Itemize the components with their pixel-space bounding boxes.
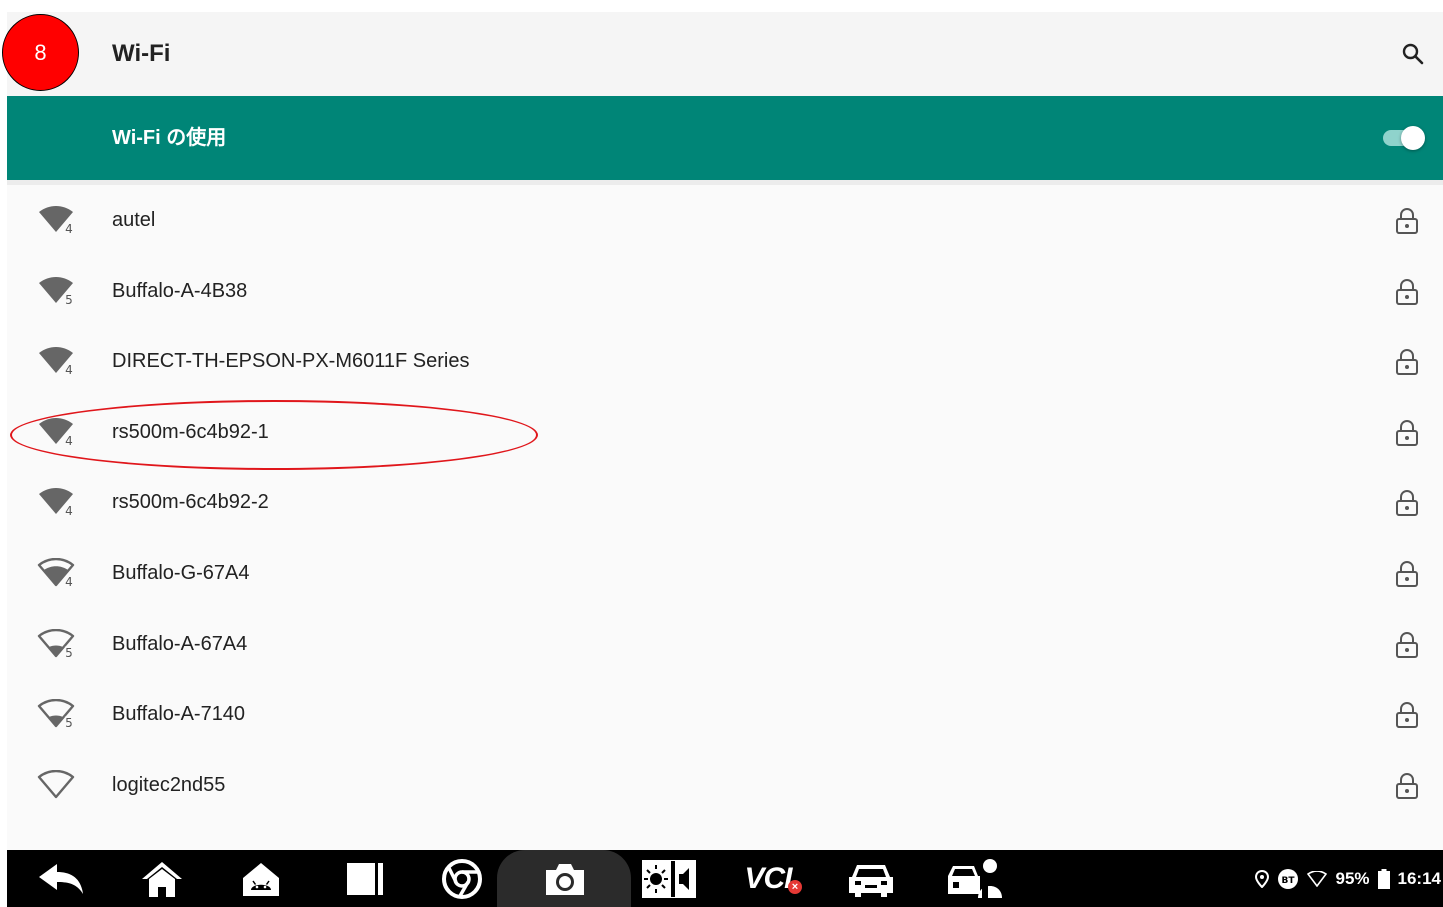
camera-icon: [546, 863, 584, 895]
svg-text:5: 5: [65, 646, 73, 659]
network-ssid: rs500m-6c4b92-1: [112, 420, 269, 443]
network-ssid: Buffalo-A-67A4: [112, 632, 248, 655]
search-button[interactable]: [1393, 34, 1433, 74]
network-row[interactable]: logitec2nd55: [7, 750, 1443, 821]
wifi-signal-icon: 5: [37, 698, 75, 732]
wifi-signal-icon: 5: [37, 276, 75, 308]
svg-text:4: 4: [65, 222, 73, 235]
lock-icon: [1395, 489, 1419, 517]
location-icon: [1255, 869, 1270, 888]
system-taskbar: VCI × BT 95% 16:14: [7, 850, 1443, 907]
network-row[interactable]: 4 rs500m-6c4b92-1: [7, 397, 1443, 468]
lock-icon: [1395, 348, 1419, 376]
remote-expert-button[interactable]: [941, 850, 1007, 907]
svg-text:BT: BT: [1282, 876, 1296, 886]
battery-icon: [1377, 868, 1390, 889]
step-number-badge: 8: [2, 14, 79, 91]
network-ssid: autel: [112, 209, 156, 231]
svg-text:4: 4: [65, 434, 73, 447]
wifi-signal-icon: 4: [37, 417, 75, 449]
lock-icon: [1395, 701, 1419, 729]
svg-text:4: 4: [65, 575, 73, 588]
vehicle-button[interactable]: [841, 850, 901, 907]
network-row[interactable]: 5 Buffalo-A-4B38: [7, 256, 1443, 327]
status-bar: BT 95% 16:14: [1255, 850, 1443, 907]
bluetooth-badge-icon: BT: [1278, 868, 1299, 889]
wifi-signal-icon: 4: [37, 487, 75, 520]
wifi-master-switch-row[interactable]: Wi-Fi の使用: [7, 96, 1443, 180]
clock: 16:14: [1397, 868, 1441, 888]
network-row[interactable]: 4 rs500m-6c4b92-2: [7, 467, 1443, 538]
lock-icon: [1395, 560, 1419, 588]
wifi-status-icon: [1307, 870, 1328, 887]
screen: Wi-Fi Wi-Fi の使用 4 autel 5 Buffalo-A-4B38 4 DI…: [0, 0, 1443, 907]
android-home-button[interactable]: [233, 850, 289, 907]
network-row[interactable]: 5 Buffalo-A-7140: [7, 679, 1443, 750]
vci-button[interactable]: VCI ×: [733, 850, 803, 907]
home-button[interactable]: [134, 850, 190, 907]
network-row[interactable]: 5 Buffalo-A-67A4: [7, 609, 1443, 680]
lock-icon: [1395, 207, 1419, 235]
network-ssid: DIRECT-TH-EPSON-PX-M6011F Series: [112, 350, 470, 373]
app-bar: Wi-Fi: [7, 12, 1443, 96]
lock-icon: [1395, 772, 1419, 800]
svg-text:4: 4: [65, 504, 73, 517]
page-title: Wi-Fi: [112, 40, 171, 67]
lock-icon: [1395, 631, 1419, 659]
brightness-volume-button[interactable]: [639, 850, 699, 907]
home-icon: [142, 861, 182, 897]
recent-apps-button[interactable]: [337, 850, 393, 907]
back-button[interactable]: [33, 850, 89, 907]
back-icon: [39, 863, 83, 894]
vehicle-icon: [849, 864, 893, 897]
vci-icon: VCI ×: [744, 862, 802, 896]
network-list: 4 autel 5 Buffalo-A-4B38 4 DIRECT-TH-EPSON-PX…: [7, 185, 1443, 850]
svg-text:4: 4: [65, 363, 73, 376]
wifi-signal-icon: 4: [37, 205, 75, 238]
android-home-icon: [243, 862, 279, 896]
network-ssid: logitec2nd55: [112, 773, 226, 796]
wifi-toggle[interactable]: [1381, 125, 1427, 151]
search-icon: [1402, 43, 1424, 65]
network-ssid: Buffalo-A-7140: [112, 703, 246, 726]
recent-apps-icon: [347, 862, 383, 895]
network-ssid: Buffalo-G-67A4: [112, 561, 250, 584]
network-ssid: rs500m-6c4b92-2: [112, 491, 269, 514]
browser-button[interactable]: [434, 850, 490, 907]
brightness-volume-icon: [642, 859, 696, 898]
svg-text:5: 5: [65, 716, 73, 729]
wifi-signal-icon: [37, 769, 75, 800]
network-row[interactable]: 4 Buffalo-G-67A4: [7, 538, 1443, 609]
network-row[interactable]: 4 autel: [7, 185, 1443, 256]
remote-expert-icon: [948, 858, 1002, 898]
wifi-signal-icon: 5: [37, 628, 75, 661]
lock-icon: [1395, 419, 1419, 447]
wifi-signal-icon: 4: [37, 346, 75, 379]
battery-percent: 95%: [1335, 868, 1370, 888]
svg-text:5: 5: [65, 293, 73, 306]
browser-icon: [442, 858, 482, 899]
camera-button[interactable]: [537, 850, 593, 907]
network-ssid: Buffalo-A-4B38: [112, 279, 248, 302]
device-screen: Wi-Fi Wi-Fi の使用 4 autel 5 Buffalo-A-4B38 4 DI…: [7, 12, 1443, 907]
vci-disconnected-icon: ×: [787, 879, 802, 894]
wifi-master-label: Wi-Fi の使用: [112, 127, 227, 149]
lock-icon: [1395, 278, 1419, 306]
toggle-thumb: [1401, 126, 1425, 150]
network-row[interactable]: 4 DIRECT-TH-EPSON-PX-M6011F Series: [7, 326, 1443, 397]
wifi-signal-icon: 4: [37, 557, 75, 590]
